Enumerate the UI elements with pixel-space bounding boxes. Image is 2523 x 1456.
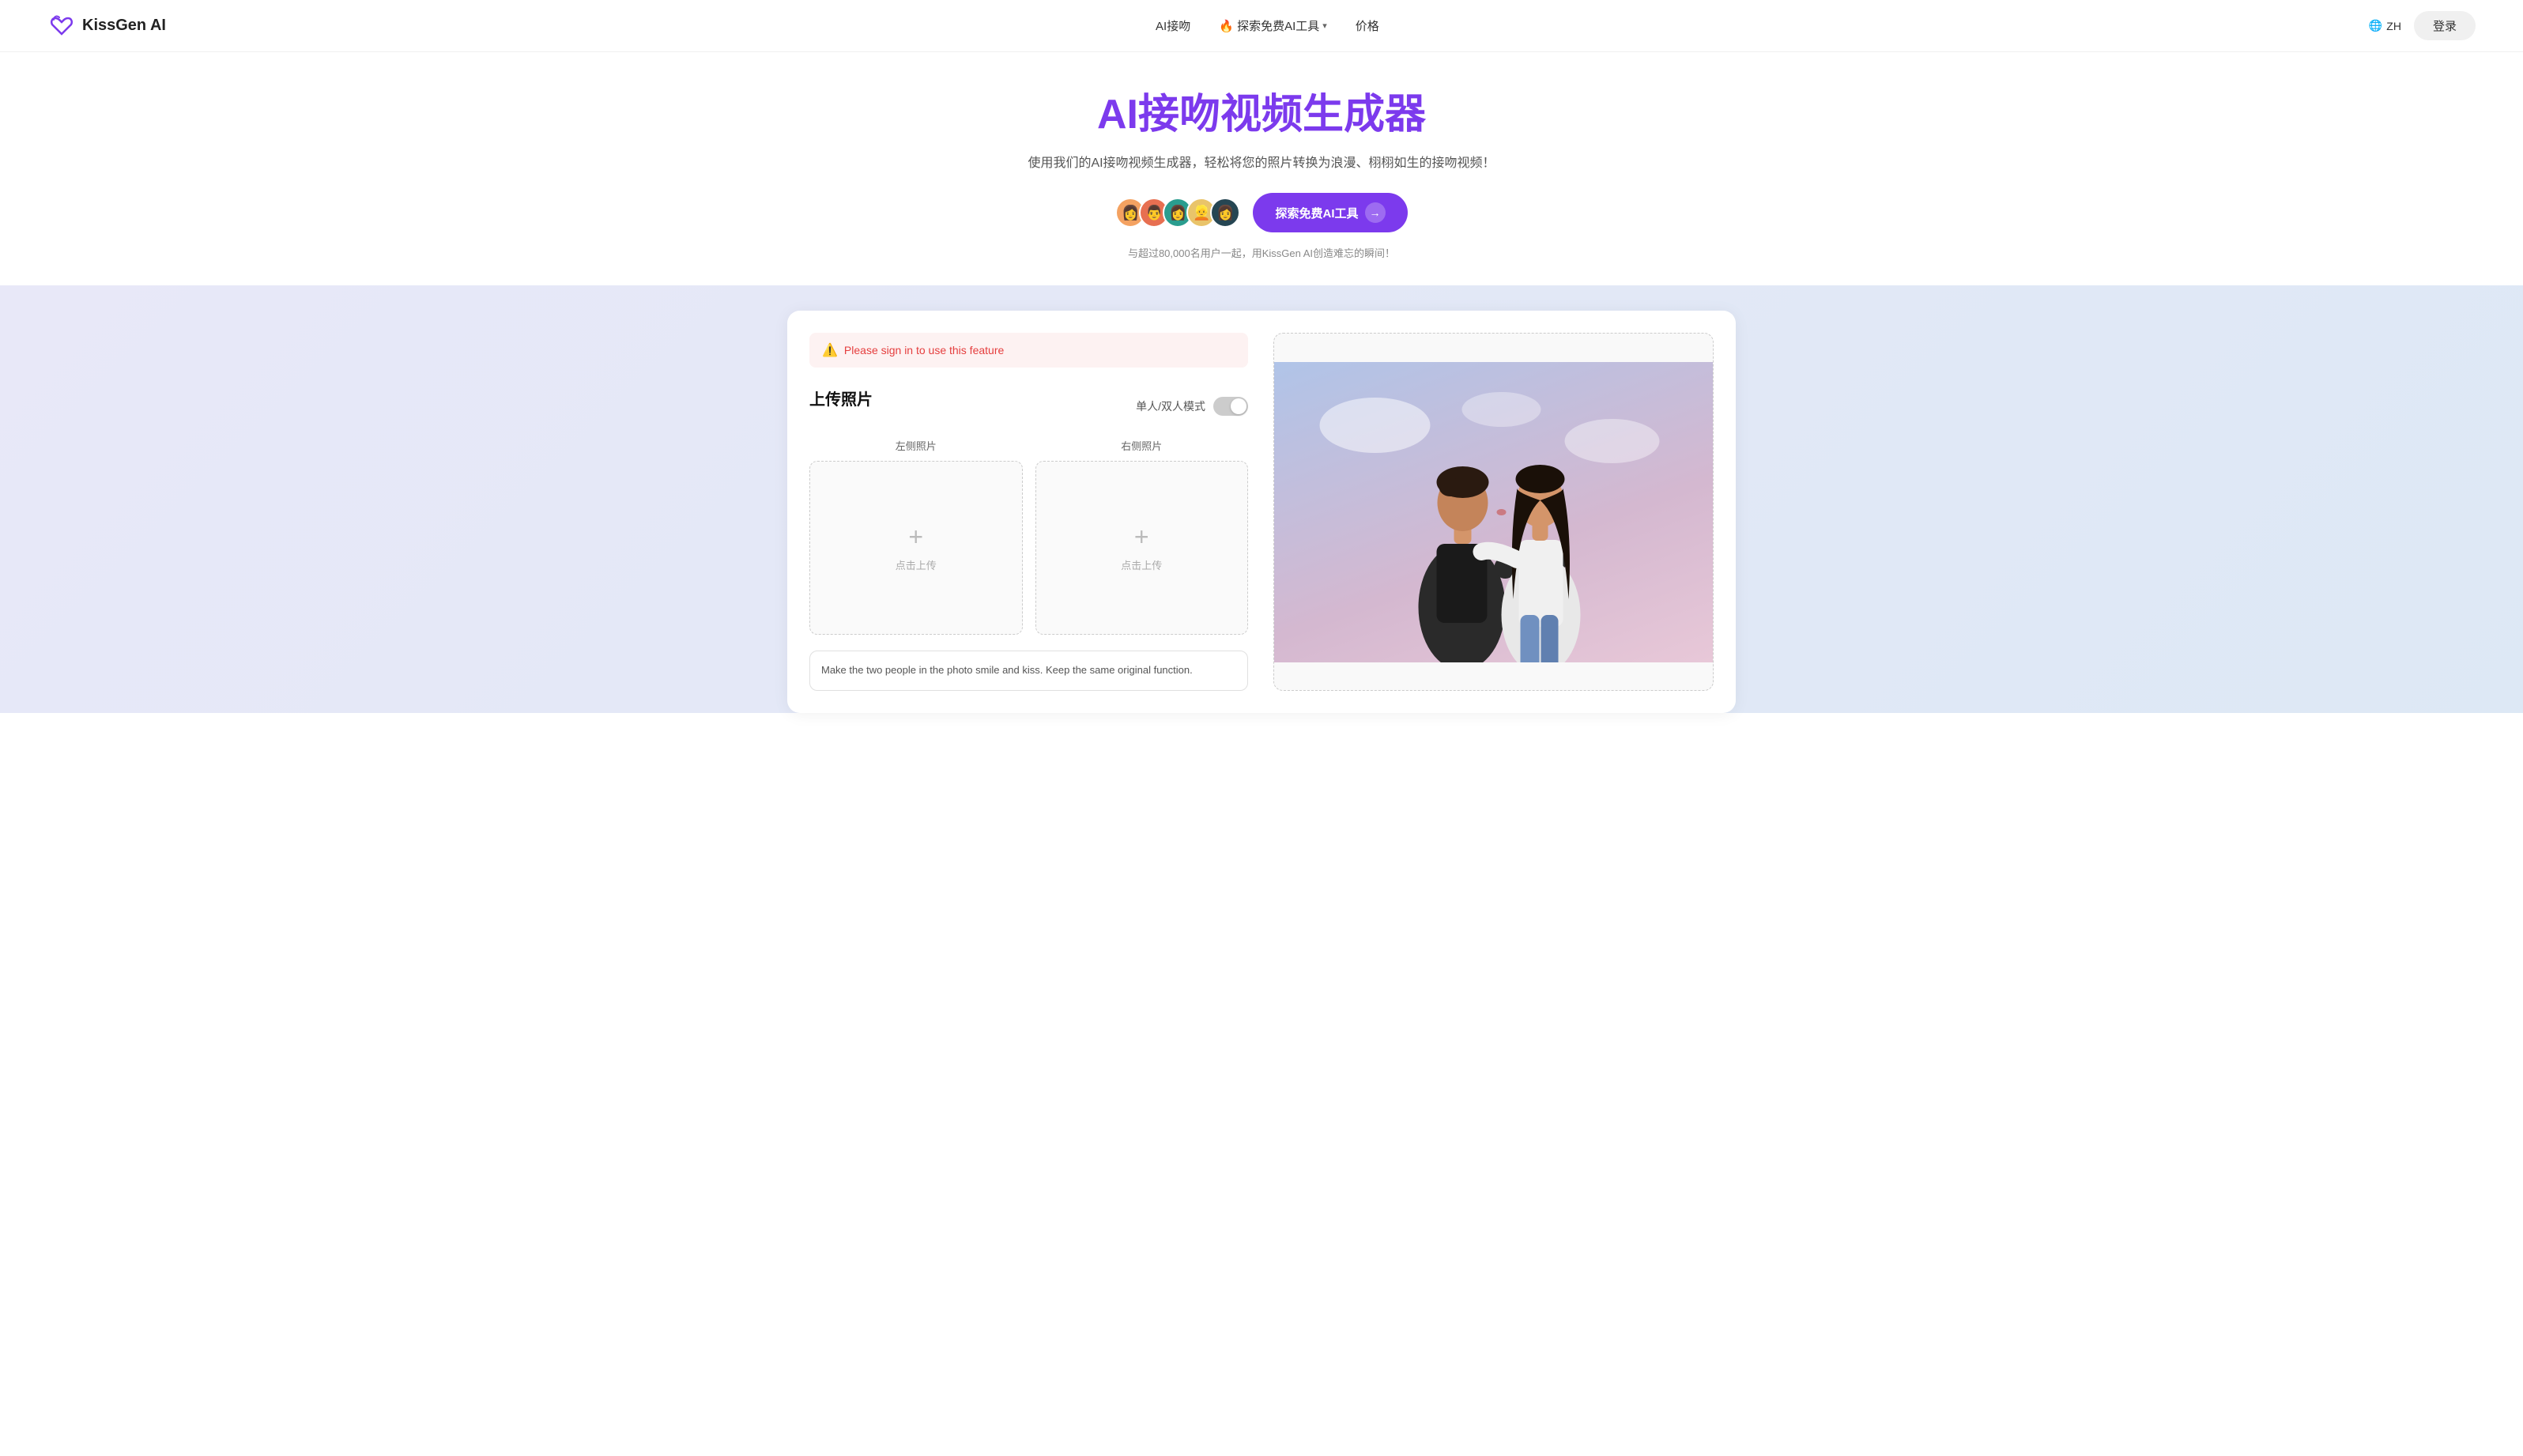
couple-svg [1274, 362, 1713, 662]
language-selector[interactable]: 🌐 ZH [2369, 19, 2401, 32]
preview-image-wrapper [1274, 334, 1713, 690]
photo-labels: 左侧照片 右侧照片 [809, 438, 1248, 453]
hero-subtitle: 使用我们的AI接吻视频生成器，轻松将您的照片转换为浪漫、栩栩如生的接吻视频！ [16, 152, 2507, 171]
avatar-group: 👩 👨 👩 👱 👩 [1115, 198, 1240, 228]
right-upload-box[interactable]: + 点击上传 [1035, 461, 1249, 635]
avatar: 👩 [1210, 198, 1240, 228]
left-panel: ⚠️ Please sign in to use this feature 上传… [809, 333, 1248, 691]
lang-label: ZH [2386, 20, 2401, 32]
upload-boxes: + 点击上传 + 点击上传 [809, 461, 1248, 635]
nav-menu: AI接吻 🔥 探索免费AI工具 ▾ 价格 [1156, 17, 1379, 34]
upload-header: 上传照片 单人/双人模式 [809, 387, 1248, 425]
logo-text: KissGen AI [82, 17, 166, 35]
left-upload-box[interactable]: + 点击上传 [809, 461, 1023, 635]
right-upload-text: 点击上传 [1121, 557, 1162, 572]
right-photo-label: 右侧照片 [1035, 438, 1249, 453]
globe-icon: 🌐 [2369, 19, 2382, 32]
nav-explore[interactable]: 🔥 探索免费AI工具 ▾ [1219, 17, 1327, 34]
login-button[interactable]: 登录 [2414, 11, 2476, 40]
toggle-text: 单人/双人模式 [1136, 398, 1205, 414]
hero-section: AI接吻视频生成器 使用我们的AI接吻视频生成器，轻松将您的照片转换为浪漫、栩栩… [0, 52, 2523, 285]
logo[interactable]: KissGen AI [47, 12, 166, 40]
nav-price[interactable]: 价格 [1356, 17, 1379, 34]
plus-icon: + [1134, 524, 1149, 549]
chevron-down-icon: ▾ [1322, 21, 1327, 31]
right-panel [1273, 333, 1714, 691]
main-container: ⚠️ Please sign in to use this feature 上传… [0, 285, 2523, 713]
user-count-text: 与超过80,000名用户一起，用KissGen AI创造难忘的瞬间！ [1128, 245, 1395, 260]
prompt-text: Make the two people in the photo smile a… [821, 664, 1193, 676]
tool-card: ⚠️ Please sign in to use this feature 上传… [787, 311, 1736, 713]
explore-btn-label: 探索免费AI工具 [1275, 205, 1358, 221]
upload-title: 上传照片 [809, 387, 873, 409]
cta-row: 👩 👨 👩 👱 👩 探索免费AI工具 → [1115, 193, 1407, 232]
plus-icon: + [908, 524, 923, 549]
kiss-illustration [1274, 362, 1713, 662]
navbar-right: 🌐 ZH 登录 [2369, 11, 2476, 40]
toggle-label: 单人/双人模式 [1136, 397, 1248, 416]
nav-ai-kiss[interactable]: AI接吻 [1156, 17, 1190, 34]
logo-icon [47, 12, 76, 40]
arrow-right-icon: → [1365, 202, 1386, 223]
left-upload-text: 点击上传 [896, 557, 937, 572]
prompt-box[interactable]: Make the two people in the photo smile a… [809, 651, 1248, 691]
warning-icon: ⚠️ [822, 342, 838, 358]
alert-message: Please sign in to use this feature [844, 344, 1004, 356]
hero-title: AI接吻视频生成器 [16, 90, 2507, 139]
sign-in-alert: ⚠️ Please sign in to use this feature [809, 333, 1248, 368]
navbar: KissGen AI AI接吻 🔥 探索免费AI工具 ▾ 价格 🌐 ZH 登录 [0, 0, 2523, 52]
explore-cta-button[interactable]: 探索免费AI工具 → [1253, 193, 1407, 232]
left-photo-label: 左侧照片 [809, 438, 1023, 453]
hero-actions: 👩 👨 👩 👱 👩 探索免费AI工具 → 与超过80,000名用户一起，用Kis… [16, 193, 2507, 260]
single-double-toggle[interactable] [1213, 397, 1248, 416]
